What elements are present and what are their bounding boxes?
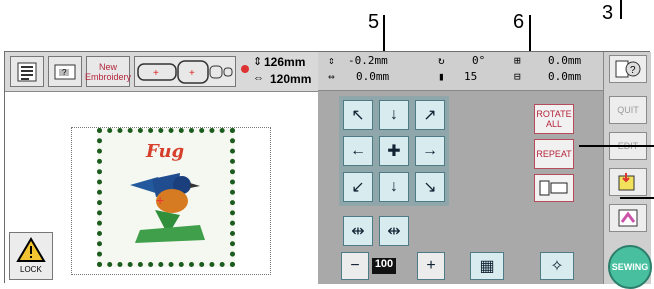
move-right-button[interactable]: → — [415, 136, 445, 166]
layout-icon — [539, 180, 568, 196]
lock-button[interactable]: LOCK — [9, 232, 53, 280]
size-decrease-button[interactable]: − — [341, 252, 369, 280]
svg-text:?: ? — [630, 65, 636, 76]
svg-text:?: ? — [62, 68, 67, 77]
horizontal-move-icon: ⇔ — [328, 70, 335, 83]
menu-button[interactable] — [10, 56, 44, 87]
move-arrow-pad: ↖ ↓ ↗ ← ✚ → ↙ ↓ ↘ — [339, 96, 449, 206]
move-up-right-button[interactable]: ↗ — [415, 100, 445, 130]
thread-color-icon — [618, 209, 638, 227]
warning-icon — [16, 237, 46, 262]
callout-3-line — [620, 0, 622, 19]
move-up-button[interactable]: ↓ — [379, 100, 409, 130]
memory-button[interactable] — [609, 168, 647, 196]
thread-count: 15 — [464, 70, 478, 83]
horizontal-spacing-icon: ⊟ — [514, 70, 521, 83]
flip-horizontal-button[interactable]: ⇹ — [343, 216, 373, 246]
design-width: 120mm — [270, 72, 312, 86]
move-left-button[interactable]: ← — [343, 136, 373, 166]
machine-button[interactable]: ? — [48, 56, 82, 87]
callout-5: 5 — [368, 11, 380, 33]
embroidery-edit-button[interactable] — [534, 174, 574, 202]
move-down-right-button[interactable]: ↘ — [415, 172, 445, 202]
svg-text:+: + — [153, 68, 159, 79]
horizontal-spacing: 0.0mm — [548, 70, 582, 83]
center-button[interactable]: ✚ — [379, 136, 409, 166]
move-down-button[interactable]: ↓ — [379, 172, 409, 202]
x-offset: -0.2mm — [348, 54, 388, 67]
width-icon: ⇔ — [253, 72, 264, 84]
right-sidebar: ? QUIT EDIT SEWING — [603, 52, 652, 289]
move-up-left-button[interactable]: ↖ — [343, 100, 373, 130]
hoop-dot — [241, 65, 249, 73]
y-offset: 0.0mm — [356, 70, 390, 83]
move-down-left-button[interactable]: ↙ — [343, 172, 373, 202]
rotate-all-button[interactable]: ROTATE ALL — [534, 104, 574, 134]
trial-button[interactable]: ✧ — [540, 252, 574, 280]
quit-button[interactable]: QUIT — [609, 96, 647, 124]
vertical-spacing: 0.0mm — [548, 54, 582, 67]
lock-label: LOCK — [20, 265, 42, 274]
hoop-selector[interactable]: + + — [134, 56, 236, 87]
callout-5-line — [383, 15, 385, 51]
callout-arrow-repeat — [579, 145, 654, 147]
sewing-button[interactable]: SEWING — [608, 245, 652, 289]
callout-3: 3 — [602, 2, 614, 24]
size-increase-button[interactable]: + — [417, 252, 445, 280]
rotation-angle: 0° — [472, 54, 486, 67]
height-icon: ⇕ — [253, 56, 263, 68]
color-change-button[interactable] — [609, 204, 647, 232]
hoop-sizes-icon: + + — [137, 59, 233, 84]
svg-text:+: + — [189, 68, 195, 79]
help-icon: ? — [615, 60, 641, 78]
save-memory-icon — [618, 173, 635, 191]
vertical-move-icon: ⇕ — [328, 54, 335, 67]
new-embroidery-line1: New — [98, 61, 117, 72]
new-embroidery-button[interactable]: New Embroidery — [85, 56, 132, 87]
thread-view-button[interactable]: ▦ — [470, 252, 504, 280]
thread-icon: ▮ — [438, 70, 445, 83]
repeat-button[interactable]: REPEAT — [534, 139, 574, 169]
flip-vertical-button[interactable]: ⇹ — [379, 216, 409, 246]
vertical-spacing-icon: ⊞ — [514, 54, 521, 67]
help-button[interactable]: ? — [609, 55, 647, 83]
bird-embroidery: + — [130, 173, 205, 243]
sewing-machine-icon: ? — [54, 64, 76, 79]
list-icon — [17, 62, 37, 81]
top-toolbar: ? New Embroidery + + ⇕ ⇔ 126mm 120mm — [5, 52, 318, 92]
callout-6: 6 — [513, 11, 525, 33]
edit-panel: ⇕ -0.2mm ⇔ 0.0mm ↻ 0° ▮ 15 ⊞ 0.0mm ⊟ 0.0… — [318, 52, 603, 284]
new-embroidery-line2: Embroidery — [85, 71, 132, 82]
size-value: 100 — [372, 258, 396, 274]
callout-arrow-memory — [620, 197, 654, 199]
rotate-icon: ↻ — [438, 54, 445, 67]
stamp-border: Fug + — [97, 128, 235, 267]
design-height: 126mm — [264, 55, 306, 69]
position-info: ⇕ -0.2mm ⇔ 0.0mm ↻ 0° ▮ 15 ⊞ 0.0mm ⊟ 0.0… — [318, 52, 603, 91]
callout-6-line — [529, 15, 531, 51]
svg-text:+: + — [156, 192, 164, 208]
embroidery-lcd-screen: ? New Embroidery + + ⇕ ⇔ 126mm 120mm Fug — [4, 51, 652, 289]
